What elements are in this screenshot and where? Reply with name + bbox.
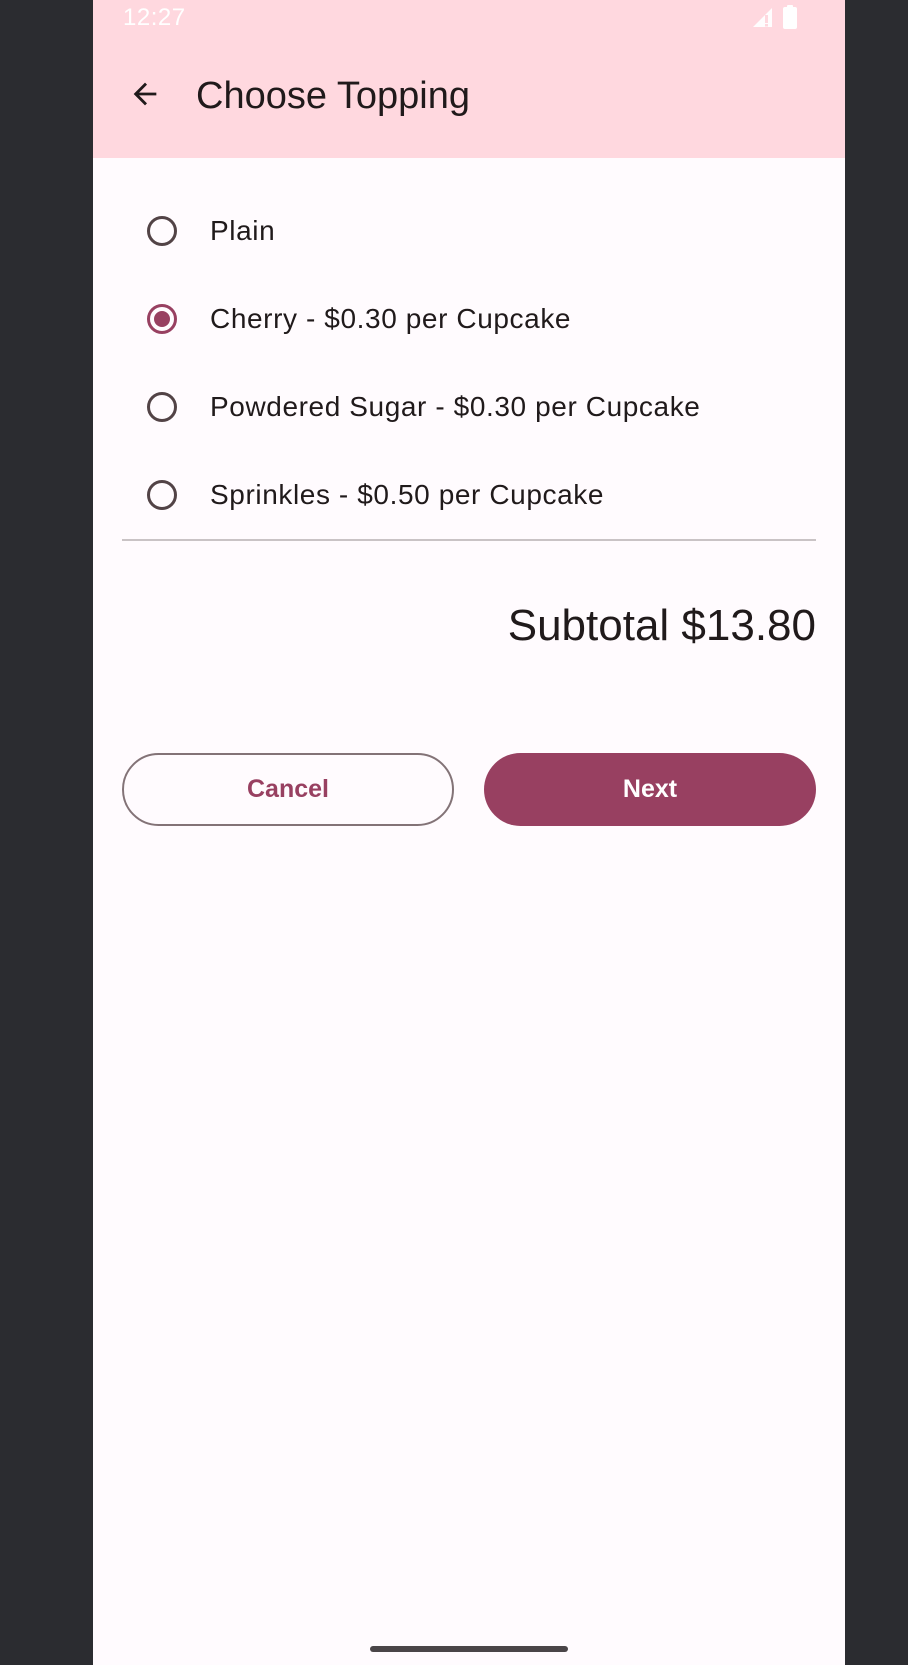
battery-icon — [783, 4, 797, 34]
option-cherry[interactable]: Cherry - $0.30 per Cupcake — [93, 275, 845, 363]
signal-icon — [751, 6, 773, 33]
next-button[interactable]: Next — [484, 753, 816, 826]
radio-button-selected[interactable] — [147, 304, 177, 334]
radio-button[interactable] — [147, 216, 177, 246]
status-time: 12:27 — [123, 4, 186, 31]
status-icons — [751, 4, 797, 34]
cancel-button[interactable]: Cancel — [122, 753, 454, 826]
top-app-bar: Choose Topping — [93, 36, 845, 158]
radio-button[interactable] — [147, 392, 177, 422]
option-sprinkles[interactable]: Sprinkles - $0.50 per Cupcake — [93, 451, 845, 539]
divider — [122, 539, 816, 541]
option-plain[interactable]: Plain — [93, 187, 845, 275]
option-label: Cherry - $0.30 per Cupcake — [210, 303, 572, 334]
gesture-nav-handle[interactable] — [370, 1646, 568, 1652]
status-bar: 12:27 — [93, 0, 845, 36]
app-screen: 12:27 Choose Topping Plain Cherry - $0.3… — [93, 0, 845, 1665]
subtotal-text: Subtotal $13.80 — [507, 601, 816, 650]
page-title: Choose Topping — [196, 75, 470, 117]
radio-button[interactable] — [147, 480, 177, 510]
option-label: Sprinkles - $0.50 per Cupcake — [210, 479, 605, 510]
option-label: Plain — [210, 215, 276, 246]
option-powdered-sugar[interactable]: Powdered Sugar - $0.30 per Cupcake — [93, 363, 845, 451]
option-label: Powdered Sugar - $0.30 per Cupcake — [210, 391, 701, 422]
arrow-back-icon — [128, 77, 162, 116]
topping-options: Plain Cherry - $0.30 per Cupcake Powdere… — [93, 187, 845, 539]
back-button[interactable] — [121, 72, 169, 120]
